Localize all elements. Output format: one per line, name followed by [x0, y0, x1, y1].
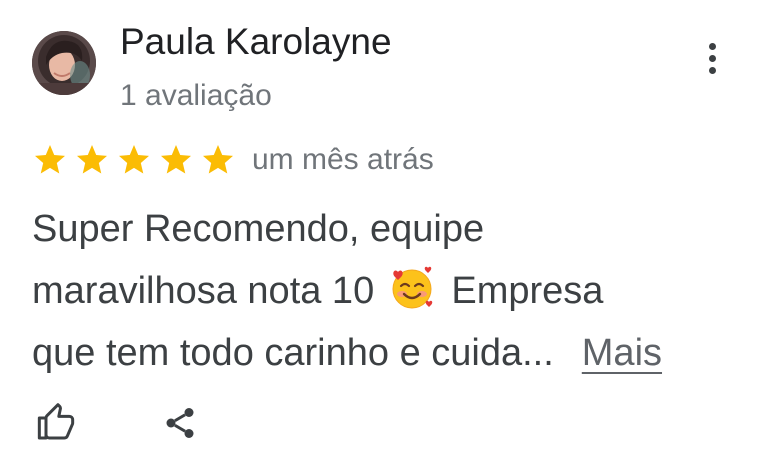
author-name[interactable]: Paula Karolayne — [120, 18, 392, 66]
thumbs-up-icon — [36, 402, 76, 448]
star-icon — [116, 142, 152, 178]
review-text: Super Recomendo, equipe maravilhosa nota… — [32, 198, 752, 384]
avatar[interactable] — [32, 31, 96, 95]
share-button[interactable] — [156, 401, 204, 449]
star-rating — [32, 136, 242, 184]
more-vert-icon-dot — [708, 66, 716, 74]
more-link[interactable]: Mais — [582, 332, 662, 374]
review-text-line: que tem todo carinho e cuida... Mais — [32, 322, 752, 384]
review-actions — [32, 400, 204, 450]
star-icon — [158, 142, 194, 178]
more-vert-icon-dot — [708, 54, 716, 62]
review-text-fragment: maravilhosa nota 10 — [32, 270, 375, 312]
rating-row: um mês atrás — [32, 136, 434, 184]
more-vert-icon — [708, 42, 716, 50]
like-button[interactable] — [32, 401, 80, 449]
star-icon — [74, 142, 110, 178]
smiling-face-with-hearts-icon — [389, 265, 435, 311]
star-icon — [32, 142, 68, 178]
share-icon — [162, 405, 198, 446]
review-text-fragment: que tem todo carinho e cuida... — [32, 332, 554, 374]
review-count: 1 avaliação — [120, 79, 272, 112]
review-time: um mês atrás — [252, 143, 434, 176]
star-icon — [200, 142, 236, 178]
review-text-fragment: Empresa — [451, 270, 604, 312]
more-options-button[interactable] — [692, 34, 732, 82]
review-text-line: Super Recomendo, equipe — [32, 208, 485, 250]
review-text-line: maravilhosa nota 10 Empresa — [32, 260, 752, 322]
